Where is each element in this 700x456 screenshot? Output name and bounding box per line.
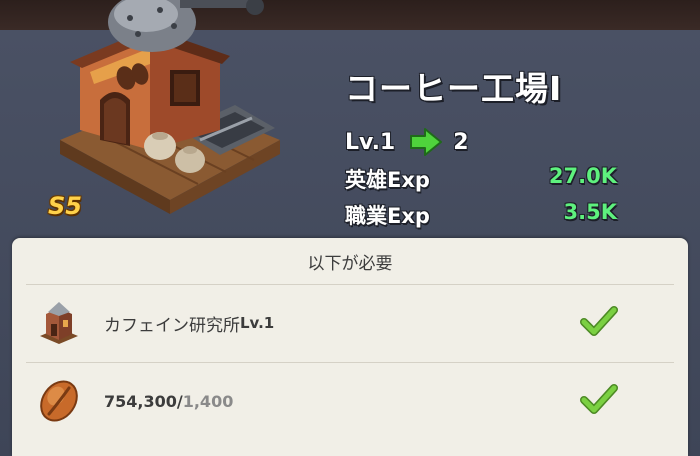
check-icon: [580, 306, 618, 336]
building-title: コーヒー工場I: [345, 69, 563, 108]
requirements-panel: 以下が必要 カフェイン研究所 Lv.1 754,300/1,400: [12, 238, 688, 456]
requirement-building-name: カフェイン研究所: [104, 315, 240, 336]
level-upgrade-row: Lv.1 2: [345, 126, 469, 158]
stat-row-hero-exp: 英雄Exp 27.0K: [345, 164, 617, 194]
requirements-header: 以下が必要: [307, 253, 393, 274]
requirement-building-level: Lv.1: [240, 314, 275, 332]
next-level: 2: [453, 129, 469, 155]
stat-row-job-exp: 職業Exp 3.5K: [345, 200, 617, 230]
stat-value: 3.5K: [563, 200, 617, 224]
stat-label: 英雄Exp: [345, 168, 430, 192]
check-icon: [580, 384, 618, 414]
caffeine-lab-building-icon: [40, 302, 78, 344]
resource-current: 754,300: [104, 391, 177, 411]
resource-amount: 754,300/1,400: [104, 362, 233, 440]
stat-label: 職業Exp: [345, 204, 430, 228]
arrow-right-icon: [410, 128, 443, 156]
stat-value: 27.0K: [548, 164, 617, 188]
requirement-text: カフェイン研究所 Lv.1: [104, 284, 274, 362]
coffee-bean-icon: [40, 380, 78, 422]
tier-badge: S5: [48, 192, 82, 220]
requirement-row-resource: 754,300/1,400: [12, 362, 688, 440]
resource-required: 1,400: [182, 391, 234, 411]
requirement-row-building: カフェイン研究所 Lv.1: [12, 284, 688, 362]
current-level: Lv.1: [345, 129, 396, 155]
